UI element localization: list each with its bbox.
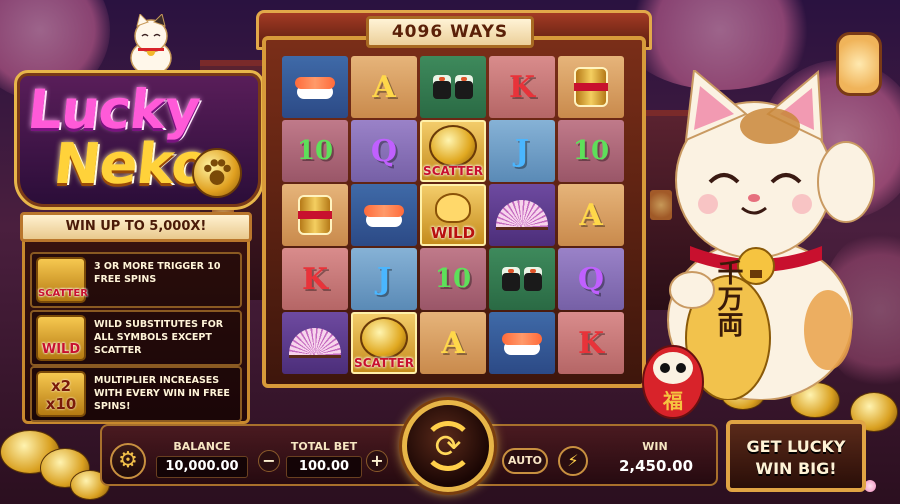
multiplier-icon: x2 x10 — [36, 371, 86, 417]
symbol-10: 10 — [434, 264, 472, 294]
symbol-k: K — [577, 325, 605, 361]
sushi-icon — [500, 329, 544, 357]
multiplier-min: x2 — [50, 377, 72, 395]
symbol-q: Q — [577, 261, 605, 297]
multiplier-max: x10 — [45, 395, 77, 413]
scatter-coin-icon: SCATTER — [36, 257, 88, 303]
sushi-icon — [293, 73, 337, 101]
symbol-j: J — [514, 133, 530, 169]
reel-cell: A — [558, 184, 624, 246]
reel-cell: J — [351, 248, 417, 310]
taiko-drum-icon — [574, 67, 608, 107]
info-wild-text: WILD SUBSTITUTES FOR ALL SYMBOLS EXCEPT … — [94, 319, 224, 356]
ways-counter: 4096 WAYS — [366, 16, 534, 48]
maki-roll-icon — [431, 75, 475, 99]
scatter-coin-icon — [429, 125, 477, 167]
scatter-label: SCATTER — [423, 164, 483, 178]
folding-fan-icon — [496, 200, 548, 230]
promo-banner: GET LUCKY WIN BIG! — [726, 420, 866, 492]
maki-roll-icon — [500, 267, 544, 291]
promo-line-2: WIN BIG! — [755, 459, 837, 478]
turbo-button[interactable]: ⚡ — [558, 446, 588, 476]
reel-cell: J — [489, 120, 555, 182]
max-win-banner: WIN UP TO 5,000X! — [20, 212, 252, 242]
info-scatter-tag: SCATTER — [38, 288, 88, 299]
reel-cell — [489, 248, 555, 310]
scatter-coin-icon — [360, 317, 408, 359]
sushi-icon — [362, 201, 406, 229]
reel-cell: SCATTER — [420, 120, 486, 182]
decrease-bet-button[interactable]: − — [258, 450, 280, 472]
lightning-icon: ⚡ — [567, 451, 579, 470]
reel-cell: A — [351, 56, 417, 118]
settings-button[interactable]: ⚙ — [110, 443, 146, 479]
balance-value: 10,000.00 — [156, 456, 248, 478]
reel-cell: Q — [351, 120, 417, 182]
balance-label: BALANCE — [173, 440, 231, 453]
reel-cell: A — [420, 312, 486, 374]
wild-cat-icon — [435, 193, 471, 223]
folding-fan-icon — [289, 328, 341, 358]
info-row-scatter: SCATTER 3 OR MORE TRIGGER 10 FREE SPINS — [30, 252, 242, 308]
koban-coin-text: 千万両 — [713, 259, 743, 338]
symbol-j: J — [376, 261, 392, 297]
reel-cell — [351, 184, 417, 246]
promo-line-1: GET LUCKY — [746, 437, 846, 456]
reel-cell — [420, 56, 486, 118]
paw-coin-icon — [192, 148, 242, 198]
symbol-k: K — [508, 69, 536, 105]
wild-label: WILD — [430, 224, 476, 242]
refresh-arrows-icon: ⟳ — [434, 427, 462, 465]
increase-bet-button[interactable]: + — [366, 450, 388, 472]
symbol-q: Q — [370, 133, 398, 169]
reel-cell: SCATTER — [351, 312, 417, 374]
win-value: 2,450.00 — [618, 457, 694, 475]
info-row-wild: WILD WILD SUBSTITUTES FOR ALL SYMBOLS EX… — [30, 310, 242, 366]
spin-button[interactable]: ⟳ — [402, 400, 494, 492]
reel-cell: K — [489, 56, 555, 118]
reel-grid: A K 10 Q SCATTER J 10 WILD A K J 10 Q SCATTER A K — [282, 56, 624, 374]
gear-icon: ⚙ — [118, 448, 138, 473]
logo-cat-icon — [130, 14, 172, 76]
scatter-label: SCATTER — [354, 356, 414, 370]
win-label: WIN — [642, 440, 668, 453]
reel-cell: K — [558, 312, 624, 374]
symbol-10: 10 — [572, 136, 610, 166]
logo-word-neko: Neko — [50, 132, 213, 197]
reel-cell: 10 — [282, 120, 348, 182]
symbol-10: 10 — [296, 136, 334, 166]
wild-cat-icon: WILD — [36, 315, 86, 361]
reel-cell: WILD — [420, 184, 486, 246]
reel-cell: 10 — [420, 248, 486, 310]
reel-cell — [282, 184, 348, 246]
daruma-text: 福 — [662, 389, 683, 413]
reel-cell — [489, 312, 555, 374]
total-bet-label: TOTAL BET — [290, 440, 358, 453]
daruma-doll: 福 — [642, 345, 704, 419]
total-bet-value: 100.00 — [286, 456, 362, 478]
symbol-a: A — [441, 325, 465, 361]
info-row-multiplier: x2 x10 MULTIPLIER INCREASES WITH EVERY W… — [30, 366, 242, 422]
reel-cell — [489, 184, 555, 246]
game-logo: Lucky Neko — [14, 8, 264, 218]
info-multiplier-text: MULTIPLIER INCREASES WITH EVERY WIN IN F… — [94, 375, 230, 412]
info-wild-tag: WILD — [41, 342, 81, 357]
reel-cell — [282, 56, 348, 118]
reel-cell: Q — [558, 248, 624, 310]
symbol-k: K — [301, 261, 329, 297]
reel-cell: 10 — [558, 120, 624, 182]
symbol-a: A — [579, 197, 603, 233]
taiko-drum-icon — [298, 195, 332, 235]
symbol-a: A — [372, 69, 396, 105]
reel-cell — [558, 56, 624, 118]
info-scatter-text: 3 OR MORE TRIGGER 10 FREE SPINS — [94, 261, 221, 285]
reel-cell — [282, 312, 348, 374]
autoplay-button[interactable]: AUTO — [502, 448, 548, 474]
reel-cell: K — [282, 248, 348, 310]
